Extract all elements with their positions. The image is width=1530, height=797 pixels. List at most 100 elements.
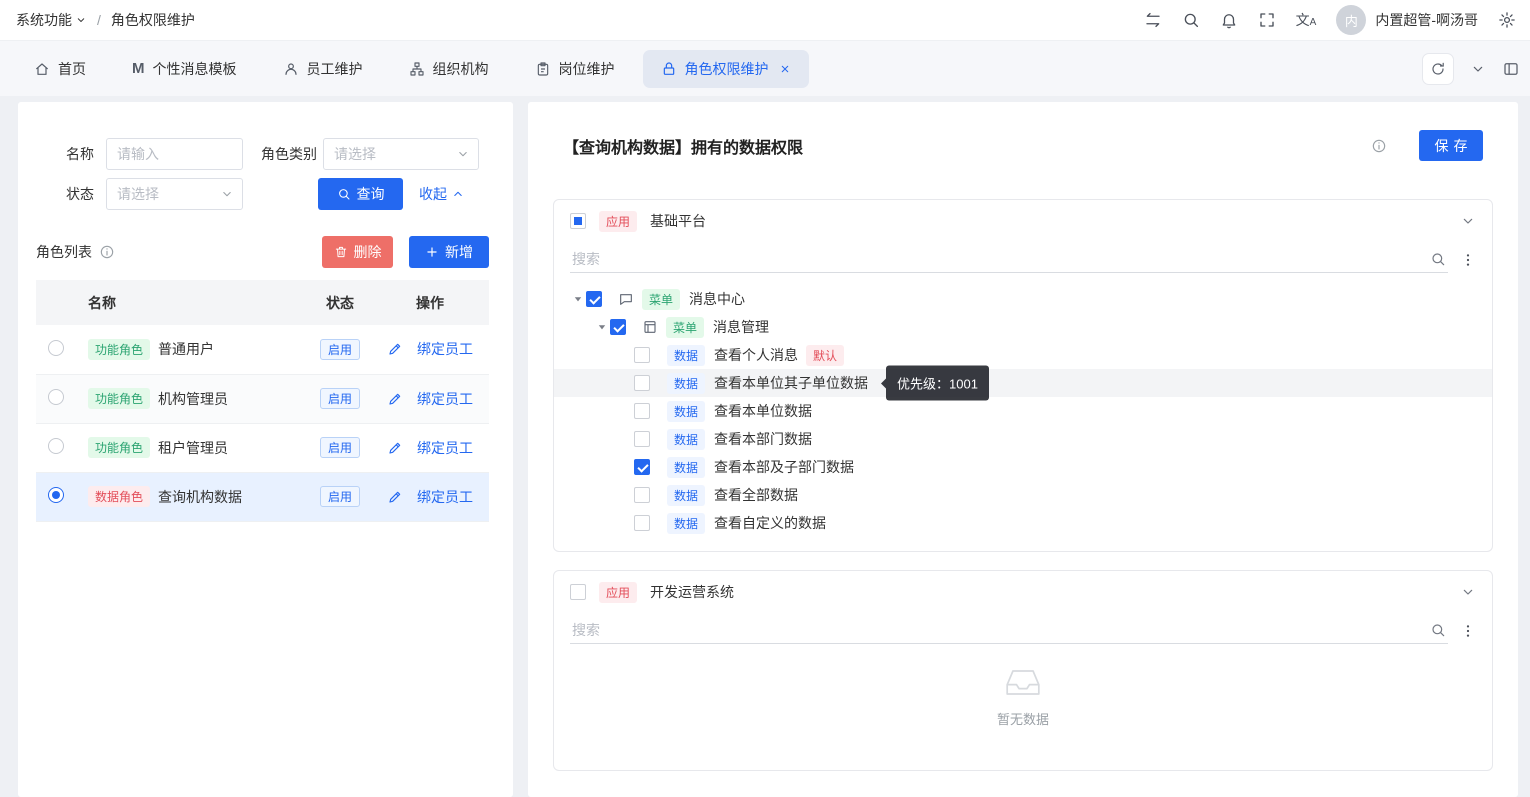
edit-icon[interactable] [387,489,403,505]
tree-checkbox[interactable] [634,487,650,503]
tree-node-message-management[interactable]: 菜单 消息管理 [554,313,1492,341]
table-header-row: 名称 状态 操作 [36,280,489,325]
tree-search-input[interactable] [572,251,1430,267]
app-checkbox[interactable] [570,584,586,600]
app-section-header[interactable]: 应用 基础平台 [554,200,1492,242]
tree-search-field [570,617,1448,644]
chat-bubble-icon [618,291,634,307]
status-select[interactable]: 请选择 [106,178,243,210]
collapse-menu-button[interactable] [1144,11,1162,29]
tree-node-all-data[interactable]: 数据 查看全部数据 [554,481,1492,509]
tree-node-custom-data[interactable]: 数据 查看自定义的数据 [554,509,1492,537]
tab-options-button[interactable] [1470,61,1486,77]
permission-titlebar: 【查询机构数据】拥有的数据权限 保存 [563,130,1483,161]
status-badge: 启用 [320,437,360,458]
table-row: 功能角色 租户管理员 启用 绑定员工 [36,423,489,472]
tree-checkbox[interactable] [634,515,650,531]
more-options-icon[interactable] [1460,252,1476,268]
permission-tree: 菜单 消息中心 菜单 消息管理 数据 查看个人消息 默认 [554,285,1492,537]
chevron-down-icon[interactable] [1460,584,1476,600]
tree-node-department-and-sub-data[interactable]: 数据 查看本部及子部门数据 [554,453,1492,481]
language-button[interactable]: 文A [1296,13,1317,28]
refresh-tab-button[interactable] [1422,53,1454,85]
filter-row-1: 名称 角色类别 请选择 [36,138,489,170]
radio-column-header [36,280,76,325]
tree-node-unit-data[interactable]: 数据 查看本单位数据 [554,397,1492,425]
tab-organization[interactable]: 组织机构 [391,50,507,88]
tree-node-unit-and-subunit-data[interactable]: 数据 查看本单位其子单位数据 优先级：1001 [554,369,1492,397]
notifications-button[interactable] [1220,11,1238,29]
tab-message-template[interactable]: M 个性消息模板 [114,50,255,88]
tree-checkbox-checked[interactable] [610,319,626,335]
name-input[interactable] [106,138,243,170]
edit-icon[interactable] [387,440,403,456]
tree-node-personal-messages[interactable]: 数据 查看个人消息 默认 [554,341,1492,369]
caret-down-icon[interactable] [570,292,586,306]
category-select[interactable]: 请选择 [323,138,479,170]
row-radio[interactable] [48,438,64,454]
breadcrumb-separator: / [97,12,101,28]
category-placeholder: 请选择 [334,144,376,164]
bind-employee-link[interactable]: 绑定员工 [417,487,473,507]
edit-icon[interactable] [387,391,403,407]
fullscreen-button[interactable] [1258,11,1276,29]
row-radio[interactable] [48,340,64,356]
tree-node-department-data[interactable]: 数据 查看本部门数据 [554,425,1492,453]
tab-role-permission[interactable]: 角色权限维护 [643,50,809,88]
settings-button[interactable] [1498,11,1516,29]
bind-employee-link[interactable]: 绑定员工 [417,438,473,458]
tab-home[interactable]: 首页 [16,50,104,88]
node-label: 查看个人消息 [714,345,798,365]
role-list-panel: 名称 角色类别 请选择 状态 请选择 查询 收起 [18,102,513,797]
breadcrumb-current: 角色权限维护 [111,10,195,30]
chevron-down-icon[interactable] [1460,213,1476,229]
edit-icon[interactable] [387,341,403,357]
delete-button[interactable]: 删除 [322,236,393,268]
query-button[interactable]: 查询 [318,178,403,210]
add-button[interactable]: 新增 [409,236,489,268]
tab-employee[interactable]: 员工维护 [265,50,381,88]
tree-checkbox[interactable] [634,375,650,391]
tree-search-row [570,246,1476,273]
tree-checkbox-checked[interactable] [586,291,602,307]
save-button[interactable]: 保存 [1419,130,1483,161]
bind-employee-link[interactable]: 绑定员工 [417,339,473,359]
role-list-title-text: 角色列表 [36,242,92,262]
user-menu[interactable]: 内 内置超管-啊汤哥 [1336,5,1478,35]
table-row: 功能角色 机构管理员 启用 绑定员工 [36,374,489,423]
tree-checkbox[interactable] [634,431,650,447]
caret-down-icon[interactable] [594,320,610,334]
document-icon [642,319,658,335]
status-label: 状态 [36,184,94,204]
search-icon [1182,11,1200,29]
app-section-header[interactable]: 应用 开发运营系统 [554,571,1492,613]
status-badge: 启用 [320,486,360,507]
tab-label: 首页 [58,59,86,79]
table-row-selected: 数据角色 查询机构数据 启用 绑定员工 [36,472,489,521]
bind-employee-link[interactable]: 绑定员工 [417,389,473,409]
tree-search-input[interactable] [572,622,1430,638]
breadcrumb-menu[interactable]: 系统功能 [16,10,87,30]
app-name: 基础平台 [650,211,706,231]
add-button-label: 新增 [445,242,473,262]
global-search-button[interactable] [1182,11,1200,29]
tree-node-message-center[interactable]: 菜单 消息中心 [554,285,1492,313]
app-checkbox-indeterminate[interactable] [570,213,586,229]
close-icon[interactable] [779,63,791,75]
collapse-filter-link[interactable]: 收起 [419,184,465,204]
row-radio[interactable] [48,389,64,405]
chevron-up-icon [451,187,465,201]
info-icon[interactable] [99,244,115,260]
more-options-icon[interactable] [1460,623,1476,639]
chevron-down-icon [75,14,87,26]
tree-checkbox[interactable] [634,347,650,363]
tree-checkbox-checked[interactable] [634,459,650,475]
layout-panel-button[interactable] [1502,60,1520,78]
info-icon[interactable] [1371,138,1387,154]
tab-post[interactable]: 岗位维护 [517,50,633,88]
role-name: 租户管理员 [158,438,228,458]
topbar-actions: 文A 内 内置超管-啊汤哥 [1144,5,1516,35]
tree-checkbox[interactable] [634,403,650,419]
search-icon [1430,251,1446,267]
row-radio-checked[interactable] [48,487,64,503]
